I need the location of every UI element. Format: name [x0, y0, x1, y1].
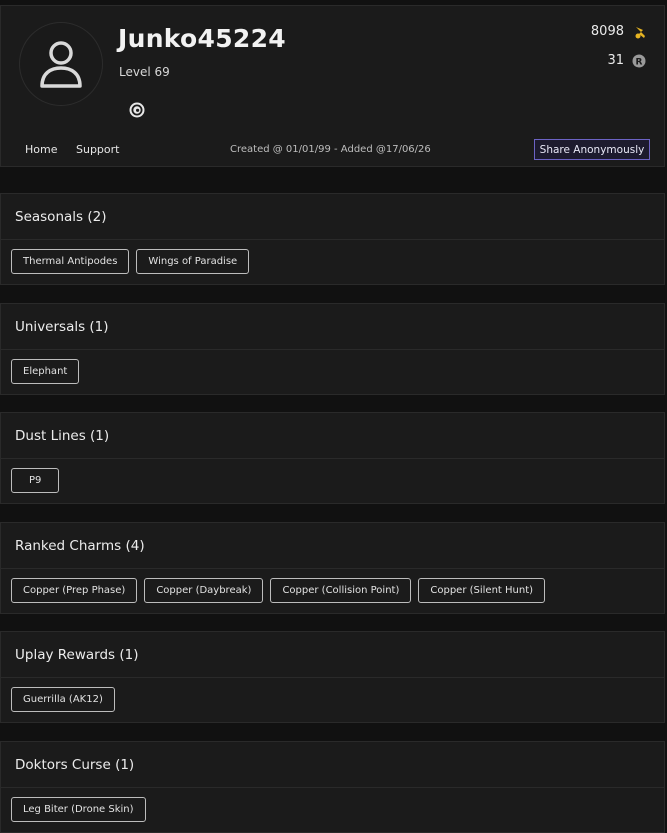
created-added-dates: Created @ 01/01/99 - Added @17/06/26: [230, 144, 431, 155]
item-chip[interactable]: Copper (Daybreak): [144, 578, 264, 603]
item-list: Guerrilla (AK12): [1, 678, 664, 712]
section-title: Doktors Curse (1): [1, 742, 664, 788]
share-anonymously-button[interactable]: Share Anonymously: [534, 139, 650, 160]
avatar: [19, 22, 103, 106]
ubisoft-icon: [129, 102, 145, 118]
item-chip[interactable]: Guerrilla (AK12): [11, 687, 115, 712]
item-chip[interactable]: Copper (Silent Hunt): [418, 578, 546, 603]
item-chip[interactable]: P9: [11, 468, 60, 493]
item-chip[interactable]: Elephant: [11, 359, 80, 384]
item-chip[interactable]: Copper (Prep Phase): [11, 578, 138, 603]
section-title: Universals (1): [1, 304, 664, 350]
item-chip[interactable]: Leg Biter (Drone Skin): [11, 797, 146, 822]
section-universals: Universals (1) Elephant: [0, 303, 665, 395]
item-chip[interactable]: Wings of Paradise: [136, 249, 250, 274]
user-icon: [40, 41, 82, 88]
section-doktors-curse: Doktors Curse (1) Leg Biter (Drone Skin): [0, 741, 665, 833]
renown-value: 8098: [590, 24, 624, 39]
r6-credits-icon: R: [632, 54, 646, 68]
renown-icon: [635, 27, 645, 39]
player-level: Level 69: [119, 65, 170, 79]
profile-header: Junko45224 Level 69 8098 31 R Home Suppo…: [0, 5, 665, 167]
section-title: Seasonals (2): [1, 194, 664, 240]
nav-home[interactable]: Home: [25, 143, 57, 156]
item-list: Leg Biter (Drone Skin): [1, 788, 664, 822]
item-list: Elephant: [1, 350, 664, 384]
item-chip[interactable]: Thermal Antipodes: [11, 249, 130, 274]
section-title: Ranked Charms (4): [1, 523, 664, 569]
item-list: Copper (Prep Phase) Copper (Daybreak) Co…: [1, 569, 664, 603]
section-dust-lines: Dust Lines (1) P9: [0, 412, 665, 504]
item-list: P9: [1, 459, 664, 493]
item-list: Thermal Antipodes Wings of Paradise: [1, 240, 664, 274]
nav-support[interactable]: Support: [76, 143, 119, 156]
svg-text:R: R: [636, 58, 643, 68]
section-title: Dust Lines (1): [1, 413, 664, 459]
credits-value: 31: [607, 53, 624, 68]
item-chip[interactable]: Copper (Collision Point): [270, 578, 412, 603]
section-title: Uplay Rewards (1): [1, 632, 664, 678]
section-ranked-charms: Ranked Charms (4) Copper (Prep Phase) Co…: [0, 522, 665, 614]
section-uplay-rewards: Uplay Rewards (1) Guerrilla (AK12): [0, 631, 665, 723]
username: Junko45224: [118, 24, 287, 53]
section-seasonals: Seasonals (2) Thermal Antipodes Wings of…: [0, 193, 665, 285]
